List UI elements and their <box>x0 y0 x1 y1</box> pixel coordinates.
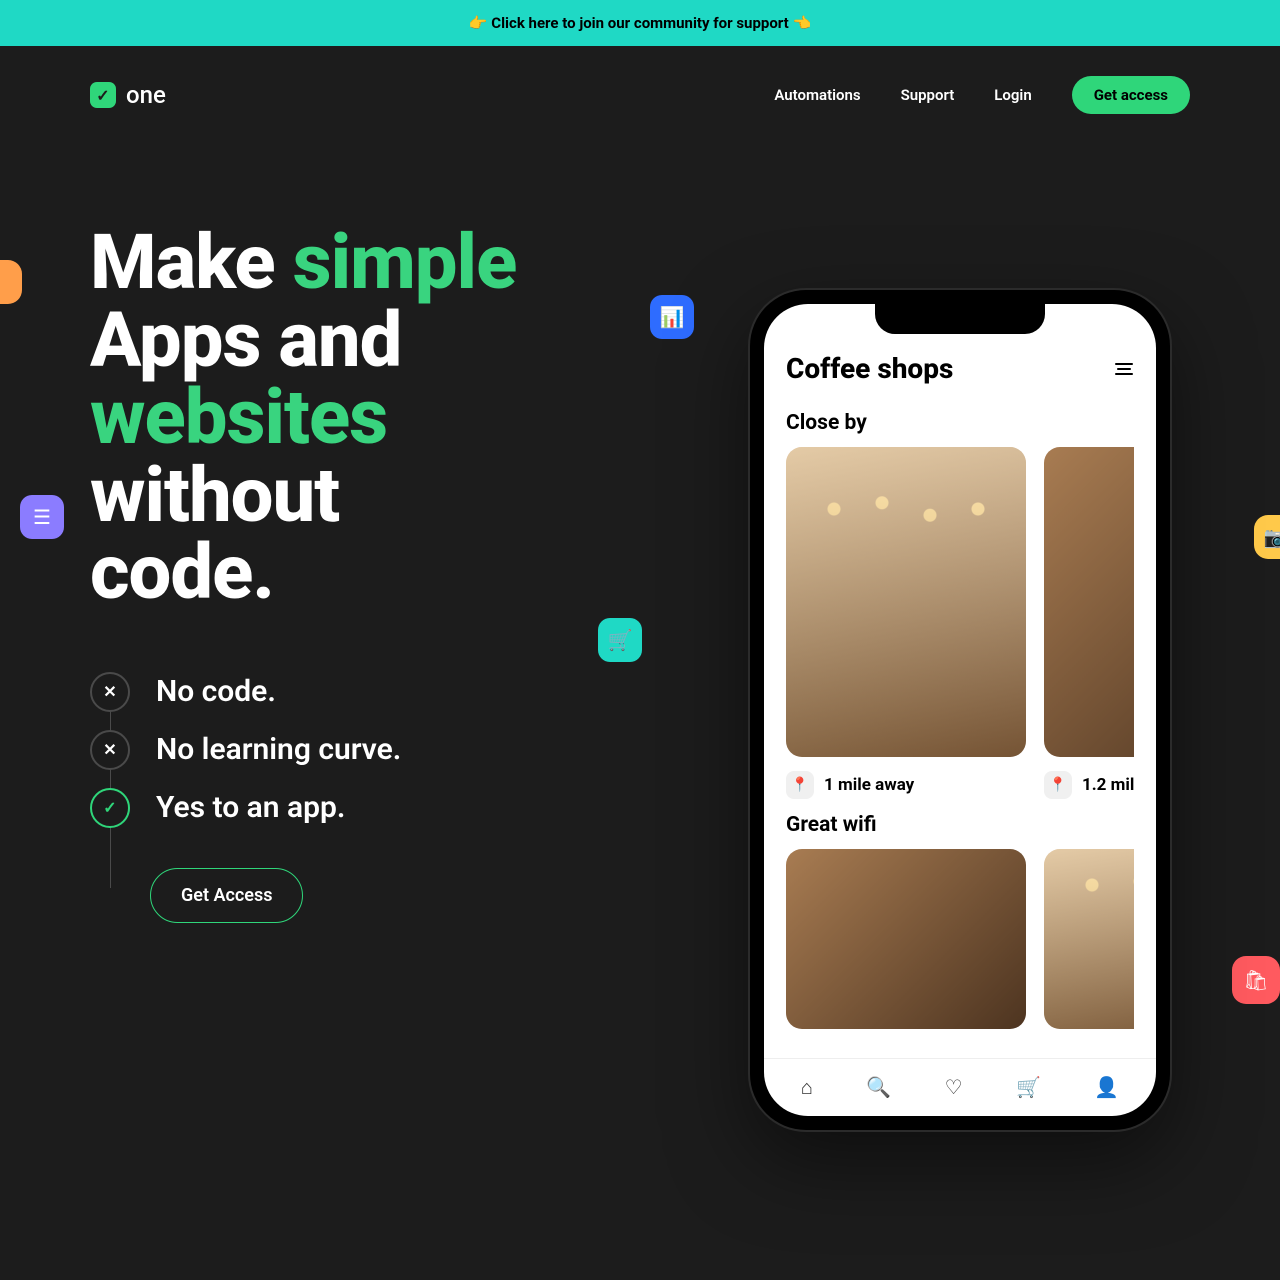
nav-login[interactable]: Login <box>994 86 1031 104</box>
site-header: ✓ one Automations Support Login Get acce… <box>0 46 1280 144</box>
check-icon: ✓ <box>90 788 130 828</box>
search-icon[interactable]: 🔍 <box>866 1075 891 1100</box>
coffee-card[interactable] <box>786 849 1026 1029</box>
phone-mockup: Coffee shops Close by 📍 1 mile away 📍 1 <box>750 290 1170 1130</box>
main-nav: Automations Support Login Get access <box>774 76 1190 114</box>
camera-icon: 📷 <box>1254 515 1280 559</box>
hero-get-access-button[interactable]: Get Access <box>150 868 303 923</box>
coffee-cup-image <box>1044 447 1134 757</box>
profile-icon[interactable]: 👤 <box>1094 1075 1119 1100</box>
coffee-ceiling-image <box>1044 849 1134 1029</box>
floating-square-icon <box>0 260 22 304</box>
logo[interactable]: ✓ one <box>90 81 166 109</box>
location-pin-icon: 📍 <box>786 771 814 799</box>
location-pin-icon: 📍 <box>1044 771 1072 799</box>
community-banner[interactable]: 👉 Click here to join our community for s… <box>0 0 1280 46</box>
coffee-card[interactable]: 📍 1.2 mil <box>1044 447 1134 799</box>
bullet-text: No code. <box>156 674 276 709</box>
x-icon: ✕ <box>90 672 130 712</box>
bullet-no-code: ✕ No code. <box>90 672 650 712</box>
logo-check-icon: ✓ <box>90 82 116 108</box>
distance-label: 1.2 mil <box>1082 775 1134 795</box>
coffee-card[interactable]: 📍 1 mile away <box>786 447 1026 799</box>
phone-notch <box>875 304 1045 334</box>
filter-icon[interactable] <box>1114 363 1134 375</box>
bullet-text: Yes to an app. <box>156 790 345 825</box>
bag-icon: 🛍 <box>1232 956 1280 1004</box>
heart-icon[interactable]: ♡ <box>945 1075 963 1100</box>
brand-name: one <box>126 81 166 109</box>
coffee-customer-image <box>786 849 1026 1029</box>
coffee-shop-image <box>786 447 1026 757</box>
banner-text: 👉 Click here to join our community for s… <box>469 14 811 32</box>
app-title: Coffee shops <box>786 352 953 385</box>
section-close-by: Close by <box>786 411 1134 435</box>
section-great-wifi: Great wifi <box>786 813 1134 837</box>
hero-title: Make simple Apps and websites without co… <box>90 224 650 612</box>
phone-screen: Coffee shops Close by 📍 1 mile away 📍 1 <box>764 304 1156 1116</box>
feature-bullets: ✕ No code. ✕ No learning curve. ✓ Yes to… <box>90 672 650 828</box>
list-icon: ☰ <box>20 495 64 539</box>
bullet-no-learning: ✕ No learning curve. <box>90 730 650 770</box>
nav-automations[interactable]: Automations <box>774 86 860 104</box>
cart-icon[interactable]: 🛒 <box>1016 1075 1041 1100</box>
chart-icon: 📊 <box>650 295 694 339</box>
cart-icon: 🛒 <box>598 618 642 662</box>
distance-label: 1 mile away <box>824 775 914 795</box>
bullet-text: No learning curve. <box>156 732 401 767</box>
get-access-button[interactable]: Get access <box>1072 76 1190 114</box>
x-icon: ✕ <box>90 730 130 770</box>
coffee-card[interactable] <box>1044 849 1134 1029</box>
phone-tabbar: ⌂ 🔍 ♡ 🛒 👤 <box>764 1058 1156 1116</box>
home-icon[interactable]: ⌂ <box>801 1075 813 1100</box>
nav-support[interactable]: Support <box>901 86 955 104</box>
bullet-yes-app: ✓ Yes to an app. <box>90 788 650 828</box>
